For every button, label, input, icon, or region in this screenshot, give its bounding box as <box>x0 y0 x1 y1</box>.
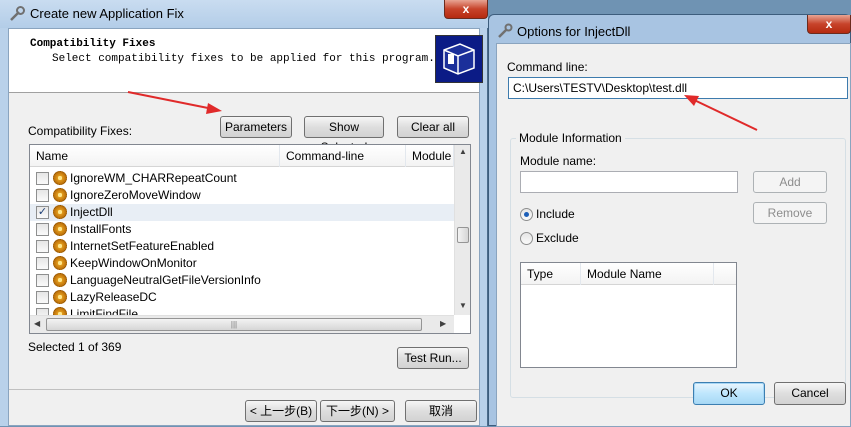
annotation-arrow-to-command-line <box>684 95 758 131</box>
annotation-arrows <box>127 91 758 131</box>
annotation-arrow-to-parameters <box>127 91 222 114</box>
